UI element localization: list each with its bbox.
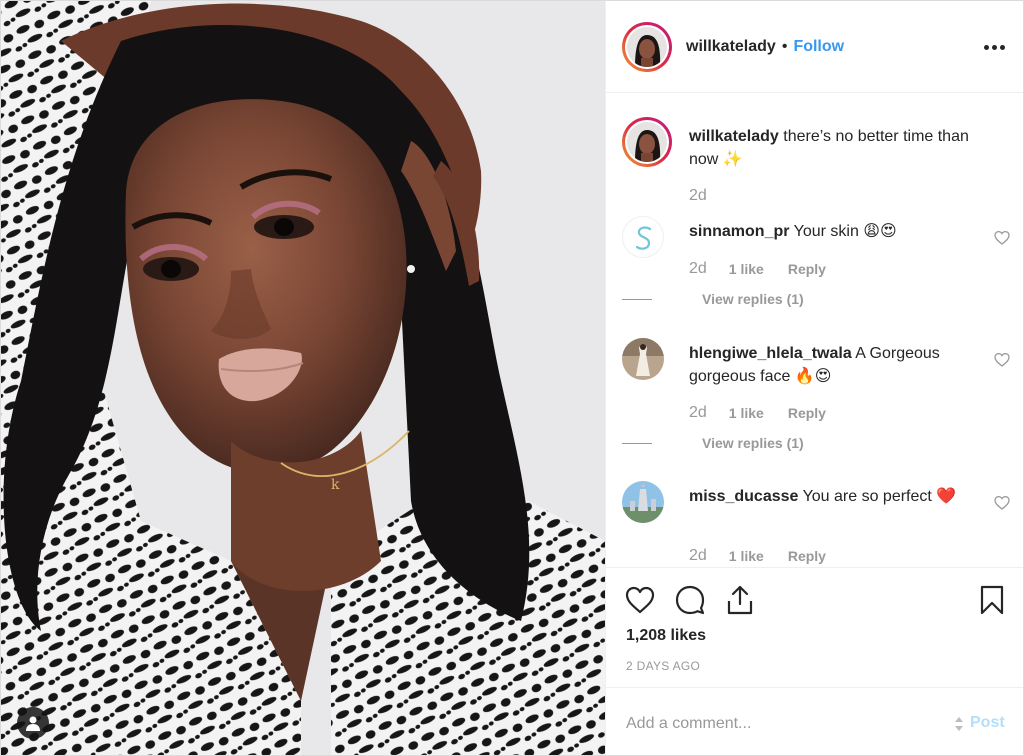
post-side-panel: willkatelady • Follow willkatelady there… xyxy=(605,1,1023,755)
comment-meta: 2d 1 like Reply xyxy=(689,547,826,565)
comment-text: miss_ducasse You are so perfect ❤️ xyxy=(689,485,979,508)
comment-time[interactable]: 2d xyxy=(689,260,707,278)
commenter-avatar[interactable] xyxy=(622,481,664,523)
reply-button[interactable]: Reply xyxy=(788,405,826,421)
reply-button[interactable]: Reply xyxy=(788,548,826,564)
add-comment-bar: Post xyxy=(606,687,1023,755)
caption-username[interactable]: willkatelady xyxy=(689,128,779,145)
comment-username[interactable]: sinnamon_pr xyxy=(689,223,789,240)
caption-avatar[interactable] xyxy=(622,117,672,167)
comment-meta: 2d 1 like Reply xyxy=(689,260,826,278)
instagram-post-window: k willkatelady • Follow willkatelady the… xyxy=(0,0,1024,756)
user-tag-icon xyxy=(26,716,40,731)
comment-text: sinnamon_pr Your skin 😩😍 xyxy=(689,220,979,243)
comment-username[interactable]: miss_ducasse xyxy=(689,488,798,505)
commenter-avatar[interactable] xyxy=(622,216,664,258)
view-replies-label: View replies (1) xyxy=(702,435,804,451)
reply-button[interactable]: Reply xyxy=(788,261,826,277)
caption-time[interactable]: 2d xyxy=(689,187,707,205)
comment-likes[interactable]: 1 like xyxy=(729,548,764,564)
comment-body: You are so perfect ❤️ xyxy=(802,488,957,505)
view-replies-button[interactable]: View replies (1) xyxy=(622,291,804,307)
comment-like-heart-icon[interactable] xyxy=(994,495,1010,511)
author-avatar[interactable] xyxy=(622,21,672,72)
share-icon[interactable] xyxy=(724,584,756,616)
comment-username[interactable]: hlengiwe_hlela_twala xyxy=(689,345,852,362)
heart-icon[interactable] xyxy=(624,584,656,616)
bookmark-icon[interactable] xyxy=(976,584,1008,616)
post-photo[interactable]: k xyxy=(1,1,605,755)
author-username[interactable]: willkatelady xyxy=(686,38,776,56)
comment-text: hlengiwe_hlela_twala A Gorgeous gorgeous… xyxy=(689,342,979,388)
comments-list[interactable]: willkatelady there’s no better time than… xyxy=(606,93,1023,567)
comment-like-heart-icon[interactable] xyxy=(994,230,1010,246)
follow-button[interactable]: Follow xyxy=(793,38,844,56)
post-header: willkatelady • Follow xyxy=(606,1,1023,93)
caption-meta: 2d xyxy=(689,187,707,205)
comment-likes[interactable]: 1 like xyxy=(729,261,764,277)
comment-bubble-icon[interactable] xyxy=(674,584,706,616)
caption-text: willkatelady there’s no better time than… xyxy=(689,125,979,171)
svg-text:k: k xyxy=(331,477,340,493)
view-replies-button[interactable]: View replies (1) xyxy=(622,435,804,451)
post-timestamp[interactable]: 2 DAYS AGO xyxy=(626,659,700,673)
more-options-icon[interactable] xyxy=(984,37,1008,57)
user-tag-button[interactable] xyxy=(17,707,49,739)
commenter-avatar[interactable] xyxy=(622,338,664,380)
view-replies-line xyxy=(622,298,652,300)
portrait-image: k xyxy=(1,1,605,755)
likes-count[interactable]: 1,208 likes xyxy=(626,627,706,645)
view-replies-line xyxy=(622,442,652,444)
comment-body: Your skin 😩😍 xyxy=(793,223,897,240)
commenter-avatar-image xyxy=(622,338,664,380)
author-avatar-image xyxy=(627,26,667,67)
caption-avatar-image xyxy=(627,122,667,162)
comment-like-heart-icon[interactable] xyxy=(994,352,1010,368)
stepper-arrows-icon[interactable] xyxy=(954,715,964,733)
commenter-avatar-image xyxy=(622,481,664,523)
header-separator: • xyxy=(781,37,788,55)
post-comment-button[interactable]: Post xyxy=(970,714,1005,732)
sinnamon-logo-icon xyxy=(635,226,652,250)
comment-meta: 2d 1 like Reply xyxy=(689,404,826,422)
comment-time[interactable]: 2d xyxy=(689,404,707,422)
comment-likes[interactable]: 1 like xyxy=(729,405,764,421)
comment-time[interactable]: 2d xyxy=(689,547,707,565)
view-replies-label: View replies (1) xyxy=(702,291,804,307)
comment-input[interactable] xyxy=(626,710,936,738)
